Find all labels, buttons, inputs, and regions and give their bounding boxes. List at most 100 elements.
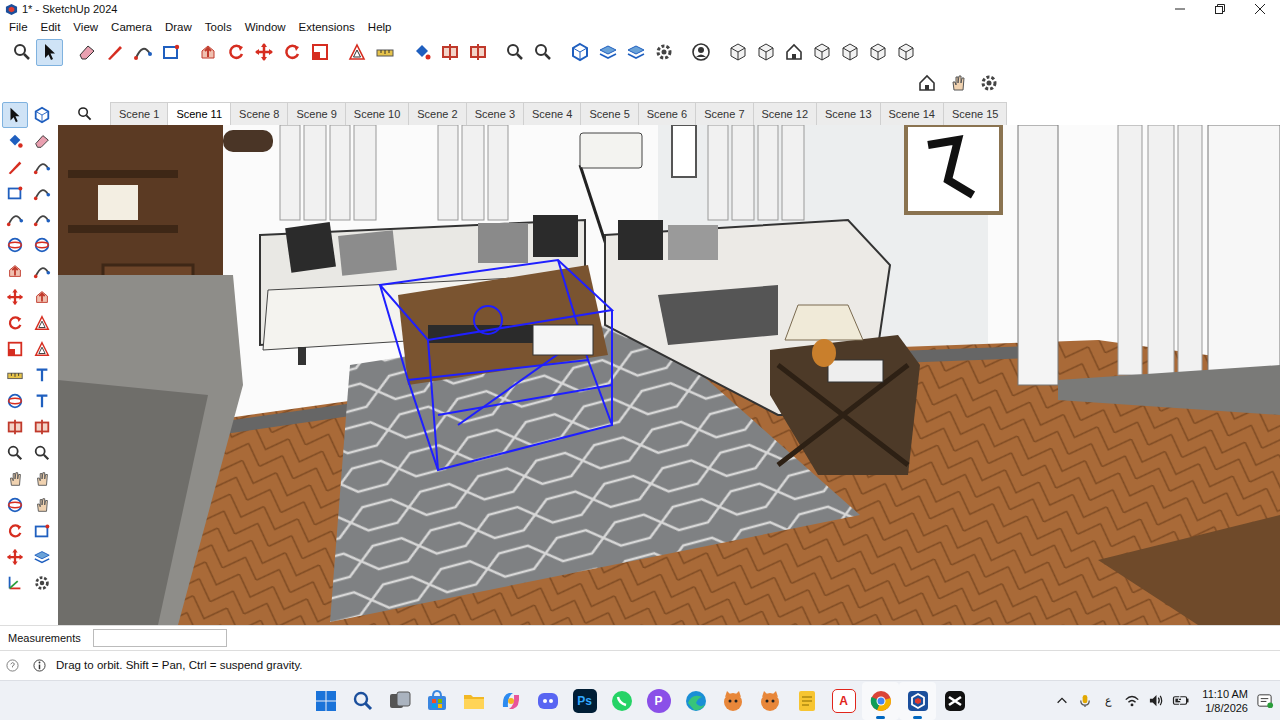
notification-icon[interactable]	[1256, 692, 1274, 709]
tool-button[interactable]	[944, 70, 971, 97]
taskbar-app[interactable]	[714, 682, 751, 720]
taskbar-app[interactable]	[862, 682, 899, 720]
menu-item[interactable]: Tools	[200, 18, 240, 36]
tool-button[interactable]	[2, 570, 28, 596]
tool-button[interactable]	[29, 336, 55, 362]
scene-search[interactable]	[58, 106, 110, 125]
tool-button[interactable]	[29, 284, 55, 310]
taskbar-app[interactable]	[344, 682, 381, 720]
tool-button[interactable]	[343, 39, 370, 66]
tool-button[interactable]	[2, 180, 28, 206]
tool-button[interactable]	[73, 39, 100, 66]
tool-button[interactable]	[2, 336, 28, 362]
tool-button[interactable]	[408, 39, 435, 66]
tool-button[interactable]	[29, 518, 55, 544]
menu-item[interactable]: Camera	[106, 18, 160, 36]
taskbar-app[interactable]: A	[825, 682, 862, 720]
info-icon[interactable]	[33, 659, 46, 672]
tool-button[interactable]	[650, 39, 677, 66]
tool-button[interactable]	[2, 284, 28, 310]
tool-button[interactable]	[2, 440, 28, 466]
tool-button[interactable]	[278, 39, 305, 66]
tool-button[interactable]	[2, 154, 28, 180]
taskbar-app[interactable]	[307, 682, 344, 720]
tool-button[interactable]	[752, 39, 779, 66]
scene-tab[interactable]: Scene 10	[345, 102, 409, 125]
restore-button[interactable]	[1200, 0, 1240, 18]
scene-tab[interactable]: Scene 15	[943, 102, 1007, 125]
tool-button[interactable]	[29, 440, 55, 466]
tool-button[interactable]	[2, 128, 28, 154]
help-icon[interactable]	[6, 659, 19, 672]
tool-button[interactable]	[808, 39, 835, 66]
menu-item[interactable]: Help	[363, 18, 400, 36]
taskbar-app[interactable]	[418, 682, 455, 720]
tool-button[interactable]	[724, 39, 751, 66]
tool-button[interactable]	[2, 362, 28, 388]
tool-button[interactable]	[892, 39, 919, 66]
scene-tab[interactable]: Scene 11	[167, 102, 231, 125]
tool-button[interactable]	[29, 388, 55, 414]
tool-button[interactable]	[29, 362, 55, 388]
tool-button[interactable]	[2, 310, 28, 336]
tool-button[interactable]	[2, 102, 28, 128]
scene-tab[interactable]: Scene 12	[753, 102, 817, 125]
tool-button[interactable]	[194, 39, 221, 66]
tool-button[interactable]	[157, 39, 184, 66]
scene-tab[interactable]: Scene 3	[466, 102, 524, 125]
tool-button[interactable]	[2, 258, 28, 284]
scene-tab[interactable]: Scene 4	[523, 102, 581, 125]
scene-tab[interactable]: Scene 7	[695, 102, 753, 125]
scene-tab[interactable]: Scene 14	[880, 102, 944, 125]
tool-button[interactable]	[780, 39, 807, 66]
scene-tab[interactable]: Scene 8	[230, 102, 288, 125]
scene-tab[interactable]: Scene 9	[287, 102, 345, 125]
taskbar-app[interactable]	[677, 682, 714, 720]
tool-button[interactable]	[836, 39, 863, 66]
tool-button[interactable]	[2, 388, 28, 414]
scene-tab[interactable]: Scene 6	[638, 102, 696, 125]
taskbar-app[interactable]	[899, 682, 936, 720]
tool-button[interactable]	[622, 39, 649, 66]
tool-button[interactable]	[29, 570, 55, 596]
tool-button[interactable]	[687, 39, 714, 66]
tool-button[interactable]	[371, 39, 398, 66]
tool-button[interactable]	[2, 414, 28, 440]
taskbar-app[interactable]	[603, 682, 640, 720]
measurements-field[interactable]	[93, 629, 227, 647]
taskbar-app[interactable]	[492, 682, 529, 720]
tool-button[interactable]	[975, 70, 1002, 97]
tool-button[interactable]	[594, 39, 621, 66]
tool-button[interactable]	[29, 310, 55, 336]
tool-button[interactable]	[29, 180, 55, 206]
tool-button[interactable]	[566, 39, 593, 66]
tool-button[interactable]	[8, 39, 35, 66]
taskbar-app[interactable]	[455, 682, 492, 720]
tool-button[interactable]	[101, 39, 128, 66]
tool-button[interactable]	[2, 544, 28, 570]
tool-button[interactable]	[2, 518, 28, 544]
clock[interactable]: 11:10 AM1/8/2026	[1202, 687, 1248, 715]
scene-tab[interactable]: Scene 13	[816, 102, 880, 125]
close-button[interactable]	[1240, 0, 1280, 18]
tool-button[interactable]	[864, 39, 891, 66]
taskbar-app[interactable]	[529, 682, 566, 720]
microphone-icon[interactable]	[1077, 693, 1093, 709]
tool-button[interactable]	[29, 258, 55, 284]
menu-item[interactable]: File	[4, 18, 36, 36]
minimize-button[interactable]	[1160, 0, 1200, 18]
speaker-icon[interactable]	[1148, 693, 1164, 708]
taskbar-app[interactable]	[788, 682, 825, 720]
taskbar-app[interactable]: Ps	[566, 682, 603, 720]
scene-tab[interactable]: Scene 1	[110, 102, 168, 125]
tool-button[interactable]	[2, 466, 28, 492]
menu-item[interactable]: Extensions	[294, 18, 363, 36]
tool-button[interactable]	[2, 206, 28, 232]
tool-button[interactable]	[913, 70, 940, 97]
tool-button[interactable]	[529, 39, 556, 66]
tool-button[interactable]	[29, 466, 55, 492]
scene-tab[interactable]: Scene 2	[408, 102, 466, 125]
wifi-icon[interactable]	[1124, 693, 1140, 708]
tool-button[interactable]	[29, 232, 55, 258]
tool-button[interactable]	[29, 492, 55, 518]
